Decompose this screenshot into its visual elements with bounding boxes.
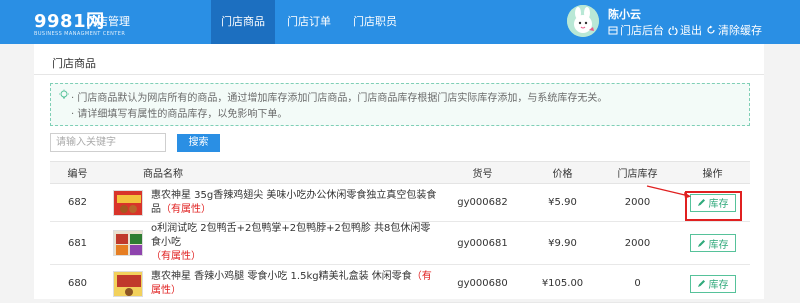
product-name[interactable]: o利润试吃 2包鸭舌+2包鸭掌+2包鸭脖+2包鸭胗 共8包休闲零食小吃 （有属性） (151, 222, 440, 264)
row-sku: gy000680 (440, 264, 525, 303)
search-input[interactable] (50, 133, 166, 152)
row-stock: 0 (600, 264, 675, 303)
nav-store-staff[interactable]: 门店职员 (343, 0, 407, 44)
row-price: ¥105.00 (525, 264, 600, 303)
clear-cache-label: 清除缓存 (718, 24, 762, 37)
edit-stock-button[interactable]: 库存 (689, 234, 736, 252)
product-thumbnail[interactable] (113, 270, 143, 297)
user-name: 陈小云 (608, 8, 641, 21)
store-backend-label: 门店后台 (620, 24, 664, 37)
table-row: 682 惠农神星 35g香辣鸡翅尖 美味小吃办公休闲零食独立真空包装食品（有属性… (50, 183, 750, 222)
pencil-icon (697, 199, 705, 206)
row-price: ¥5.90 (525, 183, 600, 222)
tip-line-1: · 门店商品默认为网店所有的商品，通过增加库存添加门店商品，门店商品库存根据门店… (71, 93, 608, 104)
row-id: 681 (50, 221, 105, 265)
power-icon (668, 26, 678, 35)
row-sku: gy000682 (440, 183, 525, 222)
pencil-icon (697, 239, 705, 247)
row-id: 680 (50, 264, 105, 303)
avatar[interactable] (567, 5, 599, 37)
col-header-id: 编号 (50, 161, 105, 184)
tip-line-2: · 请详细填写有属性的商品库存，以免影响下单。 (71, 109, 288, 120)
top-bar: 9981网 BUSINESS MANAGMENT CENTER 门店管理 门店商… (0, 0, 800, 44)
refresh-icon (707, 25, 715, 34)
user-links: 门店后台 退出 清除缓存 (608, 22, 762, 38)
pencil-icon (697, 280, 705, 287)
main-nav: 门店商品 门店订单 门店职员 (211, 0, 409, 44)
row-sku: gy000681 (440, 221, 525, 265)
attribute-tag: （有属性） (151, 251, 201, 262)
col-header-sku: 货号 (440, 161, 525, 184)
store-icon (608, 26, 618, 35)
edit-stock-button[interactable]: 库存 (689, 193, 736, 212)
tips-box: · 门店商品默认为网店所有的商品，通过增加库存添加门店商品，门店商品库存根据门店… (50, 83, 750, 126)
products-table: 编号 商品名称 货号 价格 门店库存 操作 682 惠农神星 35g香辣鸡翅尖 … (50, 161, 750, 303)
product-thumbnail[interactable] (113, 189, 143, 216)
edit-stock-button[interactable]: 库存 (689, 274, 736, 293)
col-header-action: 操作 (675, 161, 750, 184)
product-image-icon (114, 271, 142, 296)
page-title: 门店商品 (52, 57, 96, 70)
clear-cache-link[interactable]: 清除缓存 (706, 22, 762, 38)
store-backend-link[interactable]: 门店后台 (608, 22, 664, 38)
table-row: 681 o利润试吃 2包鸭舌+2包鸭掌+2包鸭脖+2包鸭胗 共8包休闲零食小吃 … (50, 221, 750, 265)
product-image-icon (114, 231, 142, 255)
col-header-name: 商品名称 (105, 161, 440, 184)
main-content: 门店商品 · 门店商品默认为网店所有的商品，通过增加库存添加门店商品，门店商品库… (34, 44, 764, 303)
row-id: 682 (50, 183, 105, 222)
col-header-price: 价格 (525, 161, 600, 184)
product-image-icon (114, 190, 142, 215)
divider (34, 74, 764, 75)
row-stock: 2000 (600, 221, 675, 265)
row-stock: 2000 (600, 183, 675, 222)
col-header-stock: 门店库存 (600, 161, 675, 184)
product-name[interactable]: 惠农神星 35g香辣鸡翅尖 美味小吃办公休闲零食独立真空包装食品（有属性） (151, 189, 440, 217)
nav-store-products[interactable]: 门店商品 (211, 0, 275, 44)
lightbulb-icon (59, 89, 69, 99)
product-thumbnail[interactable] (113, 230, 143, 256)
logout-link[interactable]: 退出 (668, 22, 702, 38)
search-button[interactable]: 搜索 (177, 134, 220, 152)
attribute-tag: （有属性） (161, 203, 211, 215)
logo-subtitle: BUSINESS MANAGMENT CENTER (34, 31, 126, 37)
system-name: 门店管理 (86, 15, 130, 28)
logout-label: 退出 (680, 24, 702, 37)
table-header-row: 编号 商品名称 货号 价格 门店库存 操作 (50, 161, 750, 184)
product-name[interactable]: 惠农神星 香辣小鸡腿 零食小吃 1.5kg精美礼盒装 休闲零食（有属性） (151, 270, 440, 298)
avatar-character-icon (567, 5, 599, 37)
row-price: ¥9.90 (525, 221, 600, 265)
nav-store-orders[interactable]: 门店订单 (277, 0, 341, 44)
table-row: 680 惠农神星 香辣小鸡腿 零食小吃 1.5kg精美礼盒装 休闲零食（有属性） (50, 264, 750, 303)
